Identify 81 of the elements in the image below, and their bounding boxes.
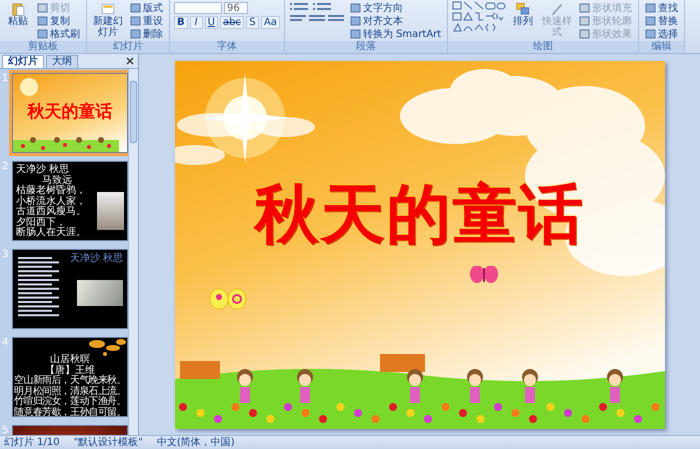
small-tool-icon [37, 28, 48, 40]
ribbon-button[interactable]: 版式 [128, 1, 165, 14]
thumbnail-text: 空山新雨后，天气晚来秋。 [14, 376, 126, 386]
group-label: 字体 [170, 41, 284, 53]
small-tool-icon [350, 14, 361, 26]
format-button[interactable]: S [246, 16, 259, 29]
ribbon-button[interactable]: 复制 [35, 14, 82, 27]
ribbon-button[interactable]: 格式刷 [35, 27, 82, 40]
ribbon-button[interactable]: 转换为 SmartArt [348, 27, 444, 40]
ribbon-button[interactable]: 删除 [128, 27, 165, 40]
ribbon-button[interactable]: 排列 [509, 1, 538, 41]
slide-thumbnail[interactable]: 山居秋暝 【唐】王维 空山新雨后，天气晚来秋。 明月松间照，清泉石上流。 竹喧归浣女，莲动下渔舟。 随意春芳歇，王孙自可留。 [12, 337, 128, 417]
thumbnail-text: 明月松间照，清泉石上流。 [14, 386, 126, 396]
slide-number: 3 [2, 249, 10, 262]
ribbon-button[interactable]: 新建幻灯片 [91, 1, 125, 41]
font-size-field[interactable]: 96 [224, 2, 248, 14]
slide-number: 1 [2, 73, 10, 86]
thumbnail-text: 竹喧归浣女，莲动下渔舟。 [14, 397, 126, 407]
small-tool-icon [645, 14, 656, 26]
painting-placeholder [77, 280, 123, 306]
small-tool-icon [350, 28, 361, 40]
ribbon-button[interactable]: 文字方向 [348, 1, 444, 14]
group-label: 编辑 [639, 41, 684, 53]
scrollbar[interactable] [128, 69, 138, 435]
status-text: 中文(简体，中国) [156, 436, 235, 448]
thumbnail-text: 古道西风瘦马。 [16, 207, 86, 217]
painting-placeholder [97, 192, 124, 230]
thumbnail-title: 山居秋暝 [50, 355, 90, 365]
thumbnail-text: 断肠人在天涯。 [16, 228, 86, 238]
shapes-gallery-drawing [452, 1, 506, 33]
group-label: 幻灯片 [87, 41, 169, 53]
butterfly-icon [470, 266, 498, 284]
small-tool-icon [645, 2, 656, 14]
format-button[interactable]: abc [220, 16, 244, 29]
align-icons-drawing [288, 12, 345, 24]
close-icon[interactable] [125, 56, 135, 66]
ribbon-button[interactable]: 对齐文本 [348, 14, 444, 27]
slide-number: 2 [2, 161, 10, 174]
slide-number: 5 [2, 425, 10, 435]
thumbnail-text: 随意春芳歇，王孙自可留。 [14, 408, 126, 416]
thumbnail-title: 秋天的童话 [26, 101, 114, 123]
small-tool-icon [350, 2, 361, 14]
small-tool-icon [579, 14, 590, 26]
butterfly-icon [208, 286, 246, 310]
ribbon-button[interactable]: 粘贴 [4, 1, 32, 41]
ribbon-button[interactable]: 选择 [643, 27, 680, 40]
format-button[interactable]: Aa [260, 16, 280, 29]
small-tool-icon [130, 14, 141, 26]
small-tool-icon [130, 28, 141, 40]
thumbnail-text: 马致远 [42, 176, 72, 186]
status-text: 幻灯片 1/10 [4, 436, 60, 448]
group-label: 剪贴板 [0, 41, 86, 53]
panel-tab[interactable]: 幻灯片 [2, 54, 44, 68]
ribbon-button[interactable]: 替换 [643, 14, 680, 27]
format-button[interactable]: I [190, 16, 203, 29]
small-tool-icon [37, 14, 48, 26]
thumbnail-text: 夕阳西下， [16, 218, 66, 228]
group-label: 绘图 [448, 41, 638, 53]
small-tool-icon [579, 28, 590, 40]
small-tool-icon [579, 2, 590, 14]
slide-title: 秋天的童话 [254, 176, 584, 254]
slide-number: 4 [2, 337, 10, 350]
small-tool-icon [37, 2, 48, 14]
slide-thumbnail[interactable]: 天净沙 秋思 [12, 249, 128, 329]
small-tool-icon [645, 28, 656, 40]
format-button[interactable]: U [204, 16, 218, 29]
thumbnail-title: 天净沙 秋思 [70, 254, 123, 264]
thumbnail-text: 枯藤老树昏鸦， [16, 186, 86, 196]
format-button[interactable]: B [174, 16, 188, 29]
small-tool-icon [130, 2, 141, 14]
list-icons-drawing [288, 1, 333, 12]
ribbon-button[interactable]: 查找 [643, 1, 680, 14]
font-name-field[interactable] [174, 2, 222, 14]
ribbon-button[interactable]: 重设 [128, 14, 165, 27]
panel-tab[interactable]: 大纲 [46, 54, 78, 68]
slide-thumbnail[interactable]: 天净沙 秋思 马致远 枯藤老树昏鸦， 小桥流水人家， 古道西风瘦马。 夕阳西下， 断肠人在天涯。 [12, 161, 128, 241]
status-text: "默认设计模板" [74, 436, 143, 448]
thumbnail-text: 【唐】王维 [45, 366, 95, 376]
group-label: 段落 [284, 41, 448, 53]
thumbnail-title: 天净沙 秋思 [16, 165, 70, 175]
thumbnail-text: 小桥流水人家， [16, 196, 86, 206]
